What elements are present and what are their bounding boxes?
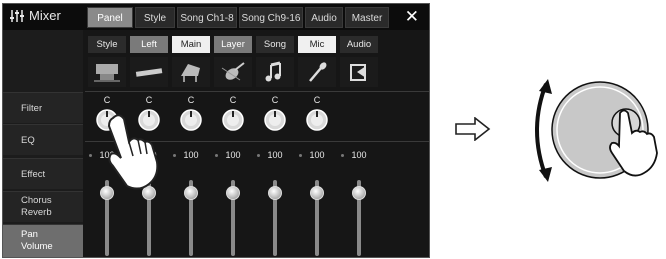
pan-value: C [271,95,279,105]
pan-knob[interactable] [306,109,328,131]
volume-value: 100 [267,150,283,160]
pan-knob[interactable] [180,109,202,131]
pan-value: C [313,95,321,105]
part-label[interactable]: Song [256,36,294,53]
sidebar-item-filter[interactable]: Filter [3,92,83,123]
tab-song-ch9-16[interactable]: Song Ch9-16 [239,7,303,28]
sidebar-item-chorus-reverb[interactable]: Chorus Reverb [3,191,83,222]
tab-style[interactable]: Style [135,7,175,28]
microphone-icon[interactable] [298,57,336,87]
tab-audio[interactable]: Audio [305,7,343,28]
close-icon[interactable]: ✕ [405,7,419,27]
audio-icon[interactable] [340,57,378,87]
volume-fader-knob[interactable] [226,186,240,200]
music-note-icon[interactable] [256,57,294,87]
pan-value: C [103,95,111,105]
pan-knob[interactable] [222,109,244,131]
tab-song-ch1-8[interactable]: Song Ch1-8 [177,7,237,28]
pan-value: C [229,95,237,105]
rotate-arrow-up-icon [539,79,552,94]
channel-layer: Layer C 100 [213,30,253,257]
sidebar-item-effect[interactable]: Effect [3,158,83,189]
mixer-title: Mixer [9,8,61,23]
volume-value: 100 [225,150,241,160]
layer-violin-icon[interactable] [214,57,252,87]
mixer-sliders-icon [10,9,24,22]
pan-value: C [145,95,153,105]
mixer-screen: Mixer Panel Style Song Ch1-8 Song Ch9-16… [2,3,430,258]
left-keyboard-icon[interactable] [130,57,168,87]
channel-main: Main C 100 [171,30,211,257]
sidebar-item-eq[interactable]: EQ [3,124,83,155]
finger-hand-icon [107,114,159,190]
rotate-arrow-down-icon [539,167,552,182]
part-label[interactable]: Audio [340,36,378,53]
channel-mic: Mic C 100 [297,30,337,257]
part-label[interactable]: Layer [214,36,252,53]
data-dial-illustration [535,79,658,182]
part-label[interactable]: Style [88,36,126,53]
volume-fader-knob[interactable] [352,186,366,200]
tab-master[interactable]: Master [345,7,389,28]
part-label[interactable]: Left [130,36,168,53]
tab-panel[interactable]: Panel [87,7,133,28]
volume-value: 100 [309,150,325,160]
pan-value: C [187,95,195,105]
volume-fader-knob[interactable] [184,186,198,200]
volume-value: 100 [183,150,199,160]
part-label[interactable]: Main [172,36,210,53]
sidebar-item-pan-volume[interactable]: Pan Volume [3,224,83,257]
sidebar: Filter EQ Effect Chorus Reverb Pan Volum… [3,30,83,257]
channel-audio: Audio 100 [339,30,379,257]
main-piano-icon[interactable] [172,57,210,87]
part-label[interactable]: Mic [298,36,336,53]
volume-value: 100 [351,150,367,160]
volume-fader-knob[interactable] [268,186,282,200]
title-text: Mixer [29,8,61,23]
tab-bar: Mixer Panel Style Song Ch1-8 Song Ch9-16… [3,4,429,30]
right-arrow-icon [455,117,491,141]
channel-song: Song C 100 [255,30,295,257]
style-icon[interactable] [88,57,126,87]
volume-fader-knob[interactable] [310,186,324,200]
pan-knob[interactable] [264,109,286,131]
